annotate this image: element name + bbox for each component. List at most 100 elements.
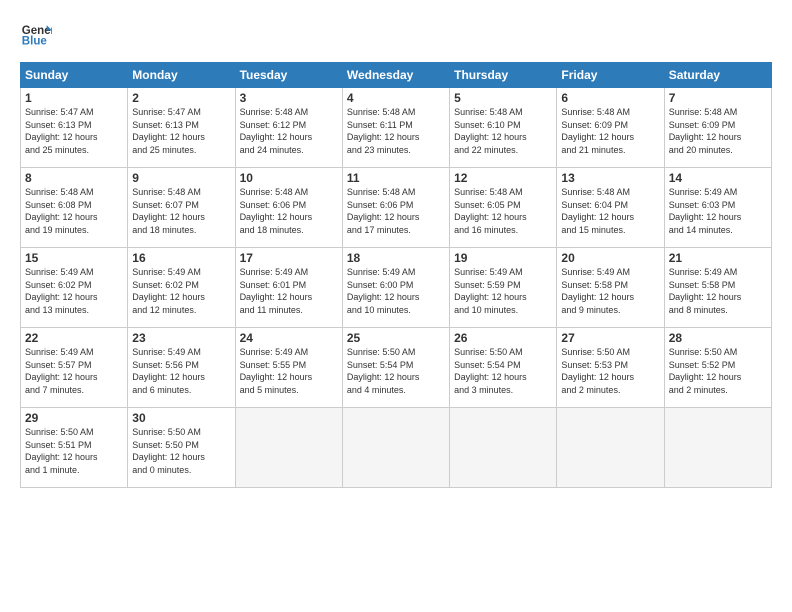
weekday-header-wednesday: Wednesday [342, 63, 449, 88]
day-info: Sunrise: 5:48 AMSunset: 6:10 PMDaylight:… [454, 106, 552, 156]
weekday-header-sunday: Sunday [21, 63, 128, 88]
day-info: Sunrise: 5:49 AMSunset: 5:57 PMDaylight:… [25, 346, 123, 396]
day-number: 16 [132, 251, 230, 265]
calendar-cell: 10Sunrise: 5:48 AMSunset: 6:06 PMDayligh… [235, 168, 342, 248]
calendar-cell: 24Sunrise: 5:49 AMSunset: 5:55 PMDayligh… [235, 328, 342, 408]
calendar-cell: 14Sunrise: 5:49 AMSunset: 6:03 PMDayligh… [664, 168, 771, 248]
day-info: Sunrise: 5:49 AMSunset: 5:55 PMDaylight:… [240, 346, 338, 396]
day-number: 24 [240, 331, 338, 345]
weekday-header-saturday: Saturday [664, 63, 771, 88]
day-info: Sunrise: 5:49 AMSunset: 6:01 PMDaylight:… [240, 266, 338, 316]
day-number: 10 [240, 171, 338, 185]
day-number: 25 [347, 331, 445, 345]
day-info: Sunrise: 5:50 AMSunset: 5:52 PMDaylight:… [669, 346, 767, 396]
day-number: 27 [561, 331, 659, 345]
header: General Blue [20, 18, 772, 50]
day-info: Sunrise: 5:48 AMSunset: 6:06 PMDaylight:… [347, 186, 445, 236]
calendar-cell: 11Sunrise: 5:48 AMSunset: 6:06 PMDayligh… [342, 168, 449, 248]
weekday-header-monday: Monday [128, 63, 235, 88]
day-number: 13 [561, 171, 659, 185]
day-number: 11 [347, 171, 445, 185]
calendar-cell: 13Sunrise: 5:48 AMSunset: 6:04 PMDayligh… [557, 168, 664, 248]
day-number: 23 [132, 331, 230, 345]
day-info: Sunrise: 5:49 AMSunset: 5:59 PMDaylight:… [454, 266, 552, 316]
day-info: Sunrise: 5:50 AMSunset: 5:50 PMDaylight:… [132, 426, 230, 476]
calendar-week-row: 8Sunrise: 5:48 AMSunset: 6:08 PMDaylight… [21, 168, 772, 248]
day-number: 9 [132, 171, 230, 185]
svg-text:Blue: Blue [22, 36, 48, 48]
logo: General Blue [20, 18, 52, 50]
calendar-cell [557, 408, 664, 488]
day-info: Sunrise: 5:49 AMSunset: 5:58 PMDaylight:… [669, 266, 767, 316]
day-info: Sunrise: 5:48 AMSunset: 6:06 PMDaylight:… [240, 186, 338, 236]
day-info: Sunrise: 5:48 AMSunset: 6:09 PMDaylight:… [561, 106, 659, 156]
day-info: Sunrise: 5:47 AMSunset: 6:13 PMDaylight:… [132, 106, 230, 156]
weekday-header-tuesday: Tuesday [235, 63, 342, 88]
day-info: Sunrise: 5:50 AMSunset: 5:51 PMDaylight:… [25, 426, 123, 476]
calendar-cell: 1Sunrise: 5:47 AMSunset: 6:13 PMDaylight… [21, 88, 128, 168]
day-number: 20 [561, 251, 659, 265]
day-number: 4 [347, 91, 445, 105]
day-info: Sunrise: 5:49 AMSunset: 6:03 PMDaylight:… [669, 186, 767, 236]
day-number: 12 [454, 171, 552, 185]
day-number: 15 [25, 251, 123, 265]
day-number: 14 [669, 171, 767, 185]
calendar-cell: 20Sunrise: 5:49 AMSunset: 5:58 PMDayligh… [557, 248, 664, 328]
day-info: Sunrise: 5:47 AMSunset: 6:13 PMDaylight:… [25, 106, 123, 156]
day-info: Sunrise: 5:48 AMSunset: 6:04 PMDaylight:… [561, 186, 659, 236]
calendar-cell: 23Sunrise: 5:49 AMSunset: 5:56 PMDayligh… [128, 328, 235, 408]
day-info: Sunrise: 5:49 AMSunset: 5:56 PMDaylight:… [132, 346, 230, 396]
day-number: 19 [454, 251, 552, 265]
calendar-cell: 18Sunrise: 5:49 AMSunset: 6:00 PMDayligh… [342, 248, 449, 328]
calendar-table: SundayMondayTuesdayWednesdayThursdayFrid… [20, 62, 772, 488]
calendar-cell: 25Sunrise: 5:50 AMSunset: 5:54 PMDayligh… [342, 328, 449, 408]
day-info: Sunrise: 5:48 AMSunset: 6:11 PMDaylight:… [347, 106, 445, 156]
day-info: Sunrise: 5:50 AMSunset: 5:54 PMDaylight:… [454, 346, 552, 396]
day-info: Sunrise: 5:50 AMSunset: 5:54 PMDaylight:… [347, 346, 445, 396]
day-number: 28 [669, 331, 767, 345]
calendar-cell: 15Sunrise: 5:49 AMSunset: 6:02 PMDayligh… [21, 248, 128, 328]
logo-icon: General Blue [20, 18, 52, 50]
calendar-cell: 19Sunrise: 5:49 AMSunset: 5:59 PMDayligh… [450, 248, 557, 328]
day-number: 3 [240, 91, 338, 105]
weekday-header-friday: Friday [557, 63, 664, 88]
calendar-cell [450, 408, 557, 488]
day-number: 5 [454, 91, 552, 105]
calendar-page: General Blue SundayMondayTuesdayWednesda… [0, 0, 792, 498]
weekday-header-row: SundayMondayTuesdayWednesdayThursdayFrid… [21, 63, 772, 88]
day-number: 30 [132, 411, 230, 425]
calendar-cell: 21Sunrise: 5:49 AMSunset: 5:58 PMDayligh… [664, 248, 771, 328]
calendar-cell: 22Sunrise: 5:49 AMSunset: 5:57 PMDayligh… [21, 328, 128, 408]
day-info: Sunrise: 5:49 AMSunset: 6:00 PMDaylight:… [347, 266, 445, 316]
day-info: Sunrise: 5:49 AMSunset: 5:58 PMDaylight:… [561, 266, 659, 316]
day-number: 18 [347, 251, 445, 265]
calendar-cell: 26Sunrise: 5:50 AMSunset: 5:54 PMDayligh… [450, 328, 557, 408]
calendar-cell: 4Sunrise: 5:48 AMSunset: 6:11 PMDaylight… [342, 88, 449, 168]
calendar-week-row: 22Sunrise: 5:49 AMSunset: 5:57 PMDayligh… [21, 328, 772, 408]
calendar-cell: 8Sunrise: 5:48 AMSunset: 6:08 PMDaylight… [21, 168, 128, 248]
day-info: Sunrise: 5:48 AMSunset: 6:05 PMDaylight:… [454, 186, 552, 236]
day-info: Sunrise: 5:48 AMSunset: 6:08 PMDaylight:… [25, 186, 123, 236]
calendar-cell: 28Sunrise: 5:50 AMSunset: 5:52 PMDayligh… [664, 328, 771, 408]
day-info: Sunrise: 5:48 AMSunset: 6:09 PMDaylight:… [669, 106, 767, 156]
calendar-week-row: 29Sunrise: 5:50 AMSunset: 5:51 PMDayligh… [21, 408, 772, 488]
calendar-week-row: 15Sunrise: 5:49 AMSunset: 6:02 PMDayligh… [21, 248, 772, 328]
calendar-cell: 5Sunrise: 5:48 AMSunset: 6:10 PMDaylight… [450, 88, 557, 168]
calendar-cell: 9Sunrise: 5:48 AMSunset: 6:07 PMDaylight… [128, 168, 235, 248]
calendar-cell [664, 408, 771, 488]
calendar-cell: 2Sunrise: 5:47 AMSunset: 6:13 PMDaylight… [128, 88, 235, 168]
day-number: 8 [25, 171, 123, 185]
day-number: 26 [454, 331, 552, 345]
day-number: 22 [25, 331, 123, 345]
day-info: Sunrise: 5:48 AMSunset: 6:12 PMDaylight:… [240, 106, 338, 156]
day-number: 1 [25, 91, 123, 105]
calendar-cell: 6Sunrise: 5:48 AMSunset: 6:09 PMDaylight… [557, 88, 664, 168]
day-number: 7 [669, 91, 767, 105]
calendar-cell: 30Sunrise: 5:50 AMSunset: 5:50 PMDayligh… [128, 408, 235, 488]
day-number: 21 [669, 251, 767, 265]
calendar-cell: 7Sunrise: 5:48 AMSunset: 6:09 PMDaylight… [664, 88, 771, 168]
day-info: Sunrise: 5:49 AMSunset: 6:02 PMDaylight:… [132, 266, 230, 316]
day-number: 29 [25, 411, 123, 425]
day-number: 6 [561, 91, 659, 105]
day-info: Sunrise: 5:49 AMSunset: 6:02 PMDaylight:… [25, 266, 123, 316]
